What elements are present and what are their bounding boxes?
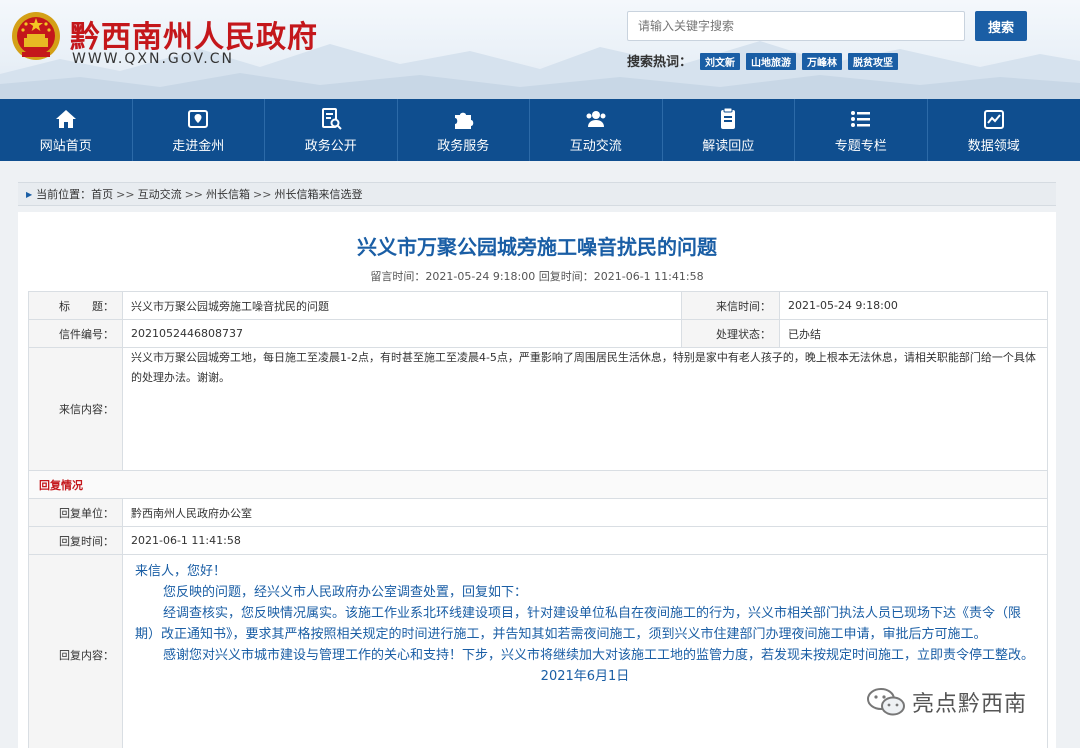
nav-label: 互动交流 bbox=[569, 138, 622, 154]
nav-label: 政务公开 bbox=[304, 138, 357, 154]
reply-section-title: 回复情况 bbox=[28, 470, 1048, 499]
hot-tag[interactable]: 脱贫攻坚 bbox=[848, 53, 898, 70]
main-nav: 网站首页 走进金州 政务公开 政务服务 互动交流 解读回应 专题专栏 数据领域 bbox=[0, 99, 1080, 161]
users-icon bbox=[586, 110, 606, 127]
site-title: 黔西南州人民政府 bbox=[70, 20, 318, 55]
table-row: 信件编号： 2021052446808737 处理状态： 已办结 bbox=[28, 319, 1048, 348]
hot-tag[interactable]: 山地旅游 bbox=[746, 53, 796, 70]
nav-label: 网站首页 bbox=[39, 138, 92, 154]
status-badge: 已办结 bbox=[779, 319, 1048, 348]
national-emblem-icon bbox=[12, 12, 60, 60]
table-row: 回复单位： 黔西南州人民政府办公室 bbox=[28, 498, 1048, 527]
letter-number-value: 2021052446808737 bbox=[122, 319, 682, 348]
field-label: 信件编号： bbox=[28, 319, 123, 348]
site-header: 黔西南州人民政府 WWW.QXN.GOV.CN 搜索 搜索热词： 刘文新 山地旅… bbox=[0, 0, 1080, 99]
arrow-right-icon: ▶ bbox=[26, 189, 33, 199]
map-pin-icon bbox=[188, 109, 209, 128]
article-panel: 兴义市万聚公园城旁施工噪音扰民的问题 留言时间：2021-05-24 9:18:… bbox=[18, 212, 1056, 748]
nav-item-interpretation[interactable]: 解读回应 bbox=[663, 99, 795, 161]
breadcrumb-sep: >> bbox=[184, 187, 204, 201]
letter-content: 兴义市万聚公园城旁工地，每日施工至凌晨1-2点，有时甚至施工至凌晨4-5点，严重… bbox=[122, 347, 1048, 471]
letter-table: 标 题： 兴义市万聚公园城旁施工噪音扰民的问题 来信时间： 2021-05-24… bbox=[28, 291, 1048, 748]
nav-item-about[interactable]: 走进金州 bbox=[133, 99, 265, 161]
nav-label: 政务服务 bbox=[437, 138, 490, 154]
hot-tag[interactable]: 万峰林 bbox=[802, 53, 842, 70]
table-row: 回复时间： 2021-06-1 11:41:58 bbox=[28, 526, 1048, 555]
letter-date-value: 2021-05-24 9:18:00 bbox=[779, 291, 1048, 320]
hot-search-label: 搜索热词： bbox=[627, 55, 693, 70]
breadcrumb-sep: >> bbox=[253, 187, 272, 201]
watermark-text: 亮点黔西南 bbox=[912, 692, 1028, 717]
field-label: 回复单位： bbox=[28, 498, 123, 527]
field-label: 回复内容： bbox=[28, 554, 123, 748]
clipboard-icon bbox=[721, 107, 736, 129]
article-meta: 留言时间：2021-05-24 9:18:00 回复时间：2021-06-1 1… bbox=[370, 270, 704, 283]
table-row: 回复内容： 来信人，您好！ 您反映的问题，经兴义市人民政府办公室调查处置，回复如… bbox=[28, 554, 1048, 748]
site-url: WWW.QXN.GOV.CN bbox=[72, 51, 234, 67]
reply-paragraph: 感谢您对兴义市城市建设与管理工作的关心和支持！下步，兴义市将继续加大对该施工工地… bbox=[163, 648, 1035, 663]
reply-unit-value: 黔西南州人民政府办公室 bbox=[122, 498, 1048, 527]
search-input[interactable] bbox=[627, 11, 965, 41]
nav-item-services[interactable]: 政务服务 bbox=[398, 99, 530, 161]
breadcrumb-prefix: 当前位置： bbox=[36, 188, 92, 201]
reply-time-value: 2021-06-1 11:41:58 bbox=[122, 526, 1048, 555]
field-label: 处理状态： bbox=[681, 319, 780, 348]
article-title: 兴义市万聚公园城旁施工噪音扰民的问题 bbox=[357, 235, 717, 259]
table-row: 标 题： 兴义市万聚公园城旁施工噪音扰民的问题 来信时间： 2021-05-24… bbox=[28, 291, 1048, 320]
puzzle-icon bbox=[455, 112, 474, 129]
hot-search-tags: 刘文新 山地旅游 万峰林 脱贫攻坚 bbox=[700, 53, 898, 70]
reply-paragraph: 您反映的问题，经兴义市人民政府办公室调查处置，回复如下： bbox=[163, 585, 528, 600]
nav-item-interaction[interactable]: 互动交流 bbox=[530, 99, 663, 161]
nav-label: 数据领域 bbox=[967, 138, 1020, 154]
nav-item-home[interactable]: 网站首页 bbox=[0, 99, 133, 161]
reply-date: 2021年6月1日 bbox=[540, 669, 630, 684]
breadcrumb-sep: >> bbox=[116, 187, 135, 201]
breadcrumb-link[interactable]: 州长信箱 bbox=[206, 186, 250, 202]
table-row: 来信内容： 兴义市万聚公园城旁工地，每日施工至凌晨1-2点，有时甚至施工至凌晨4… bbox=[28, 347, 1048, 471]
letter-title-value: 兴义市万聚公园城旁施工噪音扰民的问题 bbox=[122, 291, 682, 320]
reply-content: 来信人，您好！ 您反映的问题，经兴义市人民政府办公室调查处置，回复如下： 经调查… bbox=[122, 554, 1048, 748]
reply-greeting: 来信人，您好！ bbox=[135, 564, 227, 579]
breadcrumb-link[interactable]: 州长信箱来信选登 bbox=[274, 186, 362, 202]
table-row: 回复情况 bbox=[28, 470, 1048, 499]
nav-label: 解读回应 bbox=[702, 138, 755, 154]
field-label: 标 题： bbox=[28, 291, 123, 320]
field-label: 回复时间： bbox=[28, 526, 123, 555]
breadcrumb-link[interactable]: 互动交流 bbox=[138, 186, 182, 202]
nav-item-gov-affairs[interactable]: 政务公开 bbox=[265, 99, 398, 161]
wechat-icon bbox=[867, 688, 905, 716]
breadcrumb-link[interactable]: 首页 bbox=[91, 186, 113, 202]
nav-item-data[interactable]: 数据领域 bbox=[928, 99, 1061, 161]
document-search-icon bbox=[321, 107, 342, 130]
list-icon bbox=[850, 110, 870, 127]
chart-icon bbox=[983, 109, 1004, 129]
watermark: 亮点黔西南 bbox=[866, 686, 1027, 718]
nav-item-topics[interactable]: 专题专栏 bbox=[795, 99, 928, 161]
home-icon bbox=[55, 109, 76, 128]
reply-paragraph: 经调查核实，您反映情况属实。该施工作业系北环线建设项目，针对建设单位私自在夜间施… bbox=[135, 606, 1022, 642]
field-label: 来信内容： bbox=[28, 347, 123, 471]
nav-label: 走进金州 bbox=[172, 138, 225, 154]
search-button[interactable]: 搜索 bbox=[975, 11, 1027, 41]
nav-label: 专题专栏 bbox=[834, 138, 887, 154]
hot-tag[interactable]: 刘文新 bbox=[700, 53, 740, 70]
field-label: 来信时间： bbox=[681, 291, 780, 320]
breadcrumb: ▶ 当前位置： 首页 >> 互动交流 >> 州长信箱 >> 州长信箱来信选登 bbox=[18, 182, 1056, 206]
